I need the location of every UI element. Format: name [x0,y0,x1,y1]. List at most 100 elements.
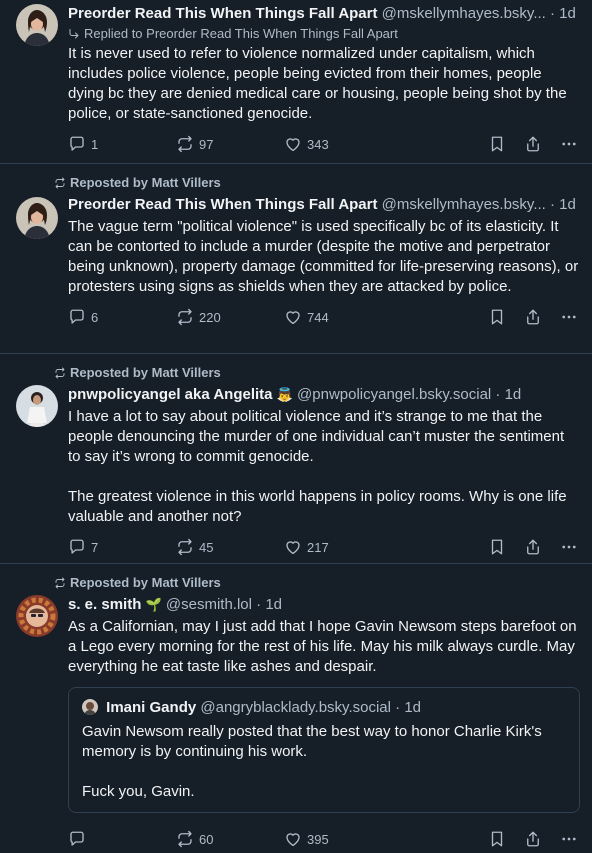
repost-button[interactable]: 97 [176,135,284,153]
quoted-post[interactable]: Imani Gandy @angryblacklady.bsky.social … [68,687,580,813]
author-name[interactable]: Preorder Read This When Things Fall Apar… [68,196,378,213]
heart-icon [284,830,302,848]
repost-button[interactable]: 60 [176,830,284,848]
reply-button[interactable] [68,830,176,848]
reposted-by-label: Reposted by Matt Villers [70,365,221,380]
bookmark-icon[interactable] [488,830,506,848]
post-text: The vague term "political violence" is u… [68,218,583,295]
repost-icon [54,177,66,189]
avatar[interactable] [16,197,58,239]
reply-button[interactable]: 1 [68,135,176,153]
reply-icon [68,308,86,326]
replied-to[interactable]: Replied to Preorder Read This When Thing… [68,25,580,42]
repost-icon [176,135,194,153]
timestamp[interactable]: 1d [505,386,522,403]
post[interactable]: Reposted by Matt Villers s. e. smith 🌱 @… [0,564,592,848]
avatar[interactable] [16,595,58,637]
repost-attribution[interactable]: Reposted by Matt Villers [54,175,221,190]
post-header: s. e. smith 🌱 @sesmith.lol · 1d [68,595,580,615]
post[interactable]: Preorder Read This When Things Fall Apar… [0,0,592,164]
author-handle[interactable]: @mskellymhayes.bsky... [382,196,546,213]
author-name[interactable]: pnwpolicyangel aka Angelita [68,386,273,403]
post[interactable]: Reposted by Matt Villers Preorder Read T… [0,164,592,354]
post-text: I have a lot to say about political viol… [68,408,567,525]
timestamp[interactable]: 1d [559,196,576,213]
avatar[interactable] [16,4,58,46]
like-button[interactable]: 395 [284,830,432,848]
replied-to-label: Replied to Preorder Read This When Thing… [84,26,398,41]
separator: · [495,386,501,403]
timestamp[interactable]: 1d [265,596,282,613]
bookmark-icon[interactable] [488,308,506,326]
seedling-emoji-icon: 🌱 [145,597,162,612]
reply-count: 1 [91,136,99,152]
heart-icon [284,135,302,153]
repost-icon [54,577,66,589]
more-icon[interactable] [560,308,578,326]
author-handle[interactable]: @pnwpolicyangel.bsky.social [297,386,491,403]
like-count: 343 [307,136,329,152]
repost-count: 97 [199,136,214,152]
repost-count: 220 [199,309,221,325]
reply-icon [68,538,86,556]
author-name[interactable]: s. e. smith [68,596,141,613]
more-icon[interactable] [560,830,578,848]
bookmark-icon[interactable] [488,135,506,153]
action-bar: 1 97 343 [68,130,580,158]
post-header: pnwpolicyangel aka Angelita 👼 @pnwpolicy… [68,385,580,405]
like-button[interactable]: 217 [284,538,432,556]
timestamp[interactable]: 1d [559,5,576,22]
author-handle[interactable]: @sesmith.lol [166,596,252,613]
repost-icon [176,308,194,326]
repost-button[interactable]: 220 [176,308,284,326]
separator: · [256,596,262,613]
quote-text: Gavin Newsom really posted that the best… [82,723,542,800]
like-count: 744 [307,309,329,325]
share-icon[interactable] [524,135,542,153]
reply-count: 6 [91,309,99,325]
reply-count: 7 [91,539,99,555]
post-header: Preorder Read This When Things Fall Apar… [68,4,580,24]
reply-button[interactable]: 7 [68,538,176,556]
more-icon[interactable] [560,538,578,556]
share-icon[interactable] [524,830,542,848]
like-count: 395 [307,831,329,847]
share-icon[interactable] [524,538,542,556]
avatar[interactable] [16,385,58,427]
like-button[interactable]: 744 [284,308,432,326]
repost-attribution[interactable]: Reposted by Matt Villers [54,365,221,380]
reply-button[interactable]: 6 [68,308,176,326]
repost-attribution[interactable]: Reposted by Matt Villers [54,575,221,590]
action-bar: 6 220 744 [68,303,580,331]
bookmark-icon[interactable] [488,538,506,556]
action-bar: 7 45 217 [68,533,580,561]
heart-icon [284,308,302,326]
author-name[interactable]: Preorder Read This When Things Fall Apar… [68,5,378,22]
repost-icon [176,830,194,848]
quote-header: Imani Gandy @angryblacklady.bsky.social … [82,698,567,718]
feed: Preorder Read This When Things Fall Apar… [0,0,592,848]
separator: · [550,196,555,213]
share-icon[interactable] [524,308,542,326]
reply-icon [68,830,86,848]
like-count: 217 [307,539,329,555]
reply-arrow-icon [68,28,80,40]
quote-timestamp: 1d [404,699,421,716]
quote-author-handle[interactable]: @angryblacklady.bsky.social [200,699,391,716]
separator: · [550,5,555,22]
post[interactable]: Reposted by Matt Villers pnwpolicyangel … [0,354,592,564]
reposted-by-label: Reposted by Matt Villers [70,575,221,590]
post-text: As a Californian, may I just add that I … [68,618,581,675]
like-button[interactable]: 343 [284,135,432,153]
repost-count: 45 [199,539,214,555]
post-text: It is never used to refer to violence no… [68,45,571,122]
more-icon[interactable] [560,135,578,153]
quote-author-name[interactable]: Imani Gandy [106,699,196,716]
heart-icon [284,538,302,556]
repost-button[interactable]: 45 [176,538,284,556]
repost-count: 60 [199,831,214,847]
author-handle[interactable]: @mskellymhayes.bsky... [382,5,546,22]
separator: · [395,699,401,716]
post-header: Preorder Read This When Things Fall Apar… [68,195,580,215]
reposted-by-label: Reposted by Matt Villers [70,175,221,190]
